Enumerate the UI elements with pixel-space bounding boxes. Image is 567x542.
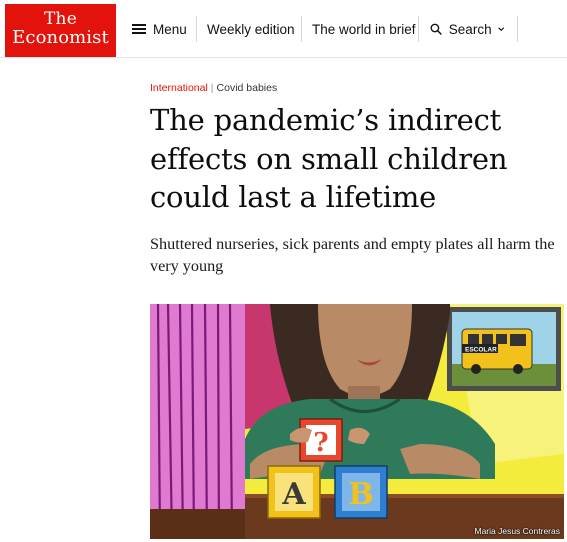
weekly-edition-label: Weekly edition (207, 21, 295, 37)
world-in-brief-link[interactable]: The world in brief (301, 16, 416, 42)
breadcrumb-separator: | (210, 82, 214, 94)
block-a: A (267, 465, 321, 519)
bus-sign-text: ESCOLAR (465, 347, 497, 354)
topic-label: Covid babies (216, 82, 278, 94)
block-b-letter: B (348, 477, 373, 512)
menu-button[interactable]: Menu (132, 16, 187, 42)
article-subheadline: Shuttered nurseries, sick parents and em… (150, 235, 555, 275)
article-headline: The pandemic’s indirect effects on small… (150, 103, 508, 214)
economist-logo[interactable]: The Economist (5, 4, 116, 57)
menu-label: Menu (153, 21, 187, 37)
hamburger-icon (132, 24, 146, 34)
world-in-brief-label: The world in brief (312, 21, 416, 37)
block-a-letter: A (281, 477, 306, 512)
hero-illustration: ESCOLAR ? A B Maria Jesus Contreras (150, 304, 564, 539)
section-link[interactable]: International (150, 82, 208, 94)
site-header: The Economist Menu Weekly edition The wo… (0, 0, 567, 58)
search-label: Search (448, 21, 492, 37)
question-block-letter: ? (313, 428, 328, 458)
search-button[interactable]: Search (418, 16, 518, 42)
logo-line-2: Economist (12, 27, 109, 48)
image-credit: Maria Jesus Contreras (474, 526, 560, 536)
breadcrumb: International | Covid babies (150, 82, 277, 94)
illustration-artwork: ESCOLAR ? A B (150, 304, 564, 539)
search-icon (430, 23, 442, 35)
weekly-edition-link[interactable]: Weekly edition (196, 16, 295, 42)
chevron-down-icon (497, 27, 504, 32)
logo-line-1: The (44, 9, 77, 29)
block-b: B (334, 465, 388, 519)
